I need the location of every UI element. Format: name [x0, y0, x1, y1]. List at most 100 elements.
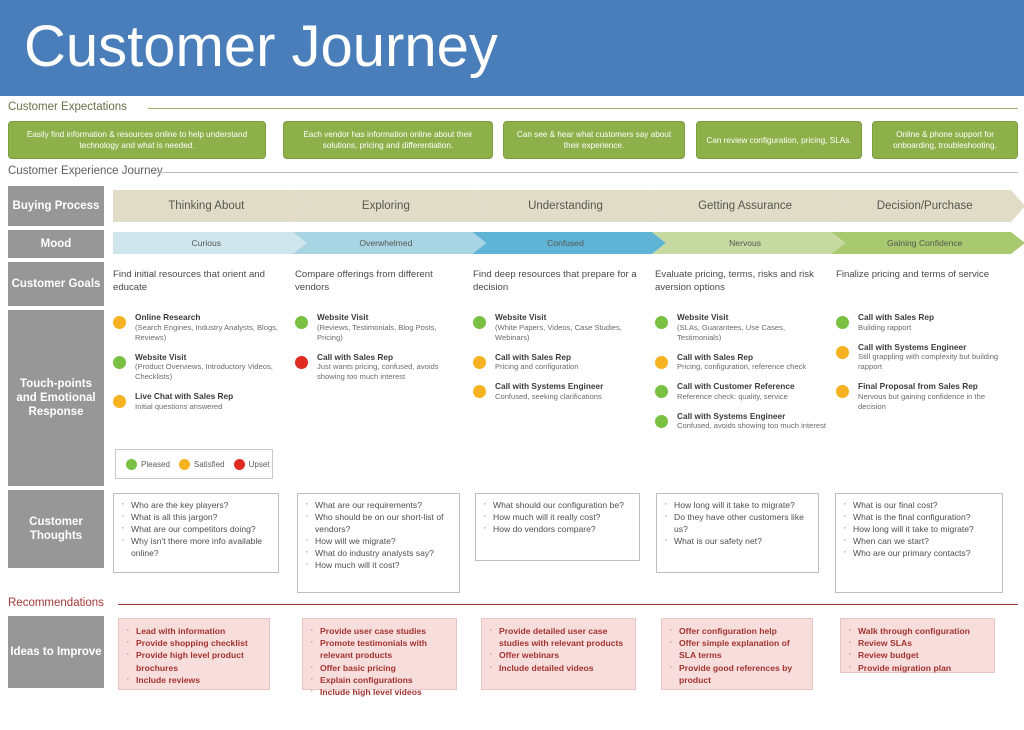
- row-label-ideas-to-improve: Ideas to Improve: [8, 616, 104, 688]
- recommendation-item: Provide shopping checklist: [123, 636, 263, 649]
- touchpoint-title: Call with Sales Rep: [677, 351, 754, 362]
- touchpoint-title: Website Visit: [495, 312, 547, 322]
- customer-thought-item: What is the final configuration?: [840, 511, 996, 524]
- section-label-recommendations: Recommendations: [8, 597, 104, 609]
- customer-thought-item: Who should be on our short-list of vendo…: [302, 511, 453, 535]
- row-label-buying-process: Buying Process: [8, 186, 104, 226]
- buying-process-stage-label: Getting Assurance: [698, 200, 793, 212]
- mood-stage-4: Nervous: [652, 232, 846, 254]
- customer-thought-item: What should our configuration be?: [480, 499, 633, 512]
- row-label-customer-thoughts: Customer Thoughts: [8, 490, 104, 568]
- touchpoint-item: Website Visit (Product Overviews, Introdu…: [113, 352, 283, 383]
- customer-thought-item: When can we start?: [840, 535, 996, 548]
- touchpoint-description: Still grappling with complexity but buil…: [858, 352, 999, 371]
- legend-dot-icon: [178, 458, 190, 470]
- mood-stage-label: Confused: [547, 238, 584, 248]
- customer-thought-item: How long will it take to migrate?: [840, 523, 996, 536]
- touchpoint-title: Call with Systems Engineer: [495, 381, 604, 391]
- touchpoint-item: Call with Systems Engineer Confused, avoi…: [655, 411, 830, 432]
- recommendation-item: Offer basic pricing: [307, 661, 450, 674]
- touchpoint-description: Pricing, configuration, reference check: [677, 362, 807, 371]
- touchpoint-title: Website Visit: [677, 312, 729, 322]
- emotion-dot-green-icon: [113, 355, 126, 369]
- recommendation-box-3: Provide detailed user case studies with …: [481, 618, 636, 690]
- customer-thought-item: Do they have other customers like us?: [661, 511, 812, 535]
- touchpoint-description: Confused, seeking clarifications: [495, 391, 602, 401]
- emotion-dot-amber-icon: [113, 316, 126, 329]
- recommendation-item: Provide high level product brochures: [123, 648, 263, 673]
- recommendation-item: Walk through configuration: [845, 624, 988, 637]
- expectation-box-5: Online & phone support for onboarding, t…: [872, 121, 1018, 159]
- touchpoint-description: Pricing and configuration: [495, 362, 579, 371]
- touchpoint-item: Final Proposal from Sales Rep Nervous but…: [836, 381, 1011, 412]
- legend-item: Satisfied: [178, 458, 225, 470]
- expectation-box-4: Can review configuration, pricing, SLAs.: [696, 121, 862, 159]
- touchpoint-description: Nervous but gaining confidence in the de…: [858, 391, 986, 411]
- recommendation-item: Explain configurations: [307, 673, 450, 686]
- recommendation-item: Include high level videos: [307, 685, 450, 698]
- touchpoint-description: (Search Engines, Industry Analysts, Blog…: [135, 322, 279, 342]
- customer-thought-item: What is all this jargon?: [118, 511, 272, 524]
- touchpoint-title: Live Chat with Sales Rep: [135, 391, 234, 401]
- mood-stage-2: Overwhelmed: [293, 232, 487, 254]
- recommendation-item: Review budget: [845, 648, 988, 661]
- touchpoint-description: (SLAs, Guarantees, Use Cases, Testimonia…: [677, 322, 786, 342]
- customer-thoughts-box-5: What is our final cost?What is the final…: [835, 493, 1003, 593]
- emotion-dot-amber-icon: [836, 385, 849, 398]
- touchpoint-item: Call with Customer Reference Reference ch…: [655, 381, 830, 402]
- customer-thought-item: How much will it really cost?: [480, 511, 633, 524]
- expectations-row: Easily find information & resources onli…: [8, 121, 1018, 159]
- emotion-dot-green-icon: [655, 414, 668, 428]
- customer-thought-item: Who are the key players?: [118, 499, 272, 512]
- customer-thought-item: How do vendors compare?: [480, 523, 633, 536]
- mood-stage-label: Overwhelmed: [359, 238, 413, 248]
- touchpoint-column-3: Website Visit (White Papers, Videos, Case…: [473, 312, 643, 411]
- touchpoint-item: Website Visit (White Papers, Videos, Case…: [473, 312, 643, 343]
- section-divider-journey: [152, 172, 1018, 173]
- emotion-dot-green-icon: [295, 316, 308, 329]
- customer-thoughts-box-4: How long will it take to migrate?Do they…: [656, 493, 819, 573]
- recommendation-item: Review SLAs: [845, 636, 988, 649]
- touchpoint-title: Call with Customer Reference: [677, 381, 795, 391]
- touchpoint-title: Website Visit: [317, 312, 369, 322]
- recommendation-item: Offer webinars: [486, 648, 629, 661]
- touchpoint-column-4: Website Visit (SLAs, Guarantees, Use Case…: [655, 312, 830, 440]
- legend-item: Pleased: [126, 458, 170, 470]
- touchpoint-title: Call with Sales Rep: [495, 351, 572, 362]
- legend-item: Upset: [233, 458, 270, 470]
- recommendation-item: Include reviews: [123, 673, 263, 686]
- touchpoint-title: Online Research: [135, 312, 201, 322]
- customer-goal-1: Find initial resources that orient and e…: [113, 269, 265, 293]
- recommendation-item: Provide user case studies: [307, 624, 450, 637]
- legend-label: Pleased: [141, 459, 170, 469]
- buying-process-stage-4: Getting Assurance: [652, 190, 846, 222]
- emotion-dot-red-icon: [295, 355, 308, 369]
- touchpoint-column-2: Website Visit (Reviews, Testimonials, Blo…: [295, 312, 463, 391]
- touchpoint-column-1: Online Research (Search Engines, Industry…: [113, 312, 283, 421]
- touchpoint-title: Call with Sales Rep: [858, 312, 935, 322]
- customer-goal-5: Finalize pricing and terms of service: [836, 269, 990, 280]
- customer-goal-4: Evaluate pricing, terms, risks and risk …: [655, 269, 814, 293]
- buying-process-stage-2: Exploring: [293, 190, 487, 222]
- section-divider-expectations: [148, 108, 1018, 109]
- touchpoint-description: Confused, avoids showing too much intere…: [677, 421, 827, 430]
- touchpoint-item: Call with Systems Engineer Still grapplin…: [836, 342, 1011, 373]
- emotion-dot-green-icon: [655, 316, 668, 329]
- customer-thoughts-box-2: What are our requirements?Who should be …: [297, 493, 460, 593]
- customer-thought-item: Who are our primary contacts?: [840, 547, 996, 560]
- touchpoint-title: Website Visit: [135, 351, 187, 362]
- mood-stage-3: Confused: [472, 232, 666, 254]
- emotion-dot-amber-icon: [113, 395, 126, 408]
- touchpoint-item: Website Visit (Reviews, Testimonials, Blo…: [295, 312, 463, 343]
- touchpoint-item: Call with Systems Engineer Confused, seek…: [473, 381, 643, 402]
- recommendation-box-5: Walk through configurationReview SLAsRev…: [840, 618, 995, 673]
- touchpoint-item: Call with Sales Rep Pricing, configuratio…: [655, 352, 830, 373]
- legend-dot-icon: [126, 458, 137, 470]
- customer-thought-item: What is our safety net?: [661, 535, 812, 548]
- recommendation-item: Provide detailed user case studies with …: [486, 624, 629, 649]
- customer-thought-item: What is our final cost?: [840, 499, 996, 512]
- buying-process-stage-5: Decision/Purchase: [831, 190, 1024, 222]
- emotion-dot-amber-icon: [473, 355, 486, 369]
- touchpoint-item: Call with Sales Rep Just wants pricing, c…: [295, 352, 463, 383]
- customer-thought-item: How will we migrate?: [302, 535, 453, 548]
